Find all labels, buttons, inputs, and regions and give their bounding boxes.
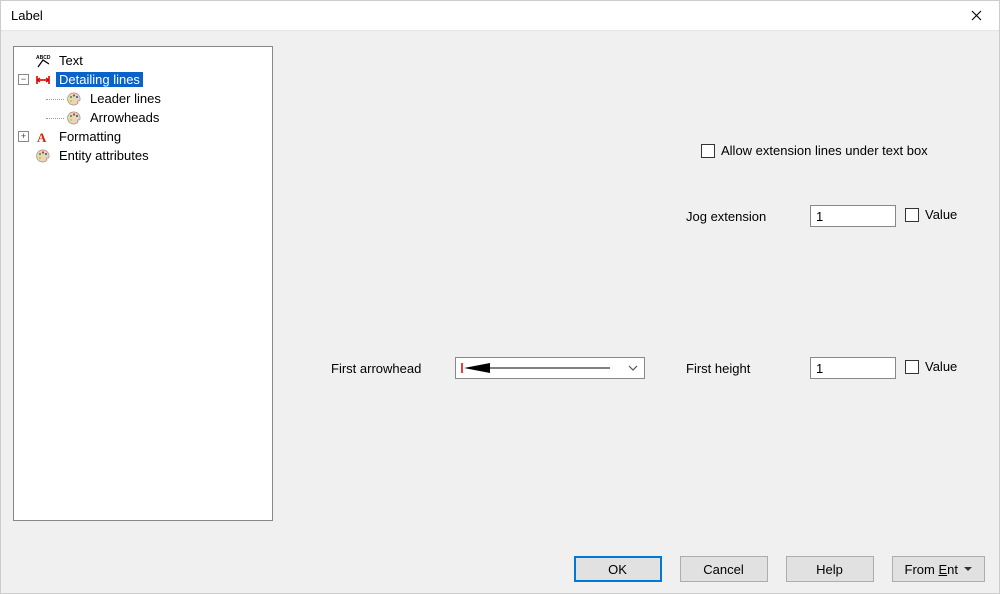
- tree-item-entity-attributes[interactable]: Entity attributes: [18, 146, 268, 165]
- titlebar: Label: [1, 1, 999, 31]
- button-label: Cancel: [703, 562, 743, 577]
- svg-text:A: A: [37, 130, 47, 145]
- jog-extension-value-checkbox[interactable]: Value: [905, 207, 957, 222]
- button-label: Help: [816, 562, 843, 577]
- from-ent-button[interactable]: From Ent: [892, 556, 985, 582]
- client-area: ABCD Text −: [1, 31, 999, 593]
- checkbox-box: [905, 208, 919, 222]
- tree-item-leader-lines[interactable]: Leader lines: [46, 89, 268, 108]
- tree-item-text[interactable]: ABCD Text: [18, 51, 268, 70]
- arrowhead-preview: [460, 361, 626, 375]
- first-height-label: First height: [686, 361, 750, 376]
- tree-panel: ABCD Text −: [13, 46, 273, 521]
- chevron-down-icon: [626, 365, 640, 371]
- formatting-icon: A: [35, 129, 51, 145]
- tree-item-formatting[interactable]: + A Formatting: [18, 127, 268, 146]
- first-arrowhead-label: First arrowhead: [331, 361, 421, 376]
- tree-item-label: Arrowheads: [87, 110, 162, 125]
- checkbox-label: Value: [925, 207, 957, 222]
- palette-icon: [66, 110, 82, 126]
- collapse-toggle[interactable]: −: [18, 74, 29, 85]
- checkbox-box: [905, 360, 919, 374]
- first-height-input[interactable]: [810, 357, 896, 379]
- checkbox-label: Allow extension lines under text box: [721, 143, 928, 158]
- tree-item-label: Entity attributes: [56, 148, 152, 163]
- button-label: OK: [608, 562, 627, 577]
- palette-icon: [35, 148, 51, 164]
- tree-item-label: Leader lines: [87, 91, 164, 106]
- jog-extension-input[interactable]: [810, 205, 896, 227]
- palette-icon: [66, 91, 82, 107]
- titlebar-title: Label: [11, 8, 954, 23]
- allow-extension-checkbox[interactable]: Allow extension lines under text box: [701, 143, 928, 158]
- tree-item-label: Detailing lines: [56, 72, 143, 87]
- checkbox-box: [701, 144, 715, 158]
- tree-item-label: Text: [56, 53, 86, 68]
- expand-toggle[interactable]: +: [18, 131, 29, 142]
- detailing-lines-icon: [35, 72, 51, 88]
- close-button[interactable]: [954, 1, 999, 31]
- button-label: From Ent: [905, 562, 958, 577]
- tree-item-label: Formatting: [56, 129, 124, 144]
- close-icon: [971, 10, 982, 21]
- checkbox-label: Value: [925, 359, 957, 374]
- tree: ABCD Text −: [18, 51, 268, 165]
- button-bar: OK Cancel Help From Ent: [1, 545, 999, 593]
- cancel-button[interactable]: Cancel: [680, 556, 768, 582]
- jog-extension-label: Jog extension: [686, 209, 766, 224]
- tree-item-detailing-lines[interactable]: − Detailing lines: [18, 70, 268, 89]
- help-button[interactable]: Help: [786, 556, 874, 582]
- text-icon: ABCD: [35, 53, 51, 69]
- dialog-window: Label ABCD: [0, 0, 1000, 594]
- first-height-value-checkbox[interactable]: Value: [905, 359, 957, 374]
- caret-down-icon: [964, 567, 972, 571]
- first-arrowhead-dropdown[interactable]: [455, 357, 645, 379]
- ok-button[interactable]: OK: [574, 556, 662, 582]
- tree-item-arrowheads[interactable]: Arrowheads: [46, 108, 268, 127]
